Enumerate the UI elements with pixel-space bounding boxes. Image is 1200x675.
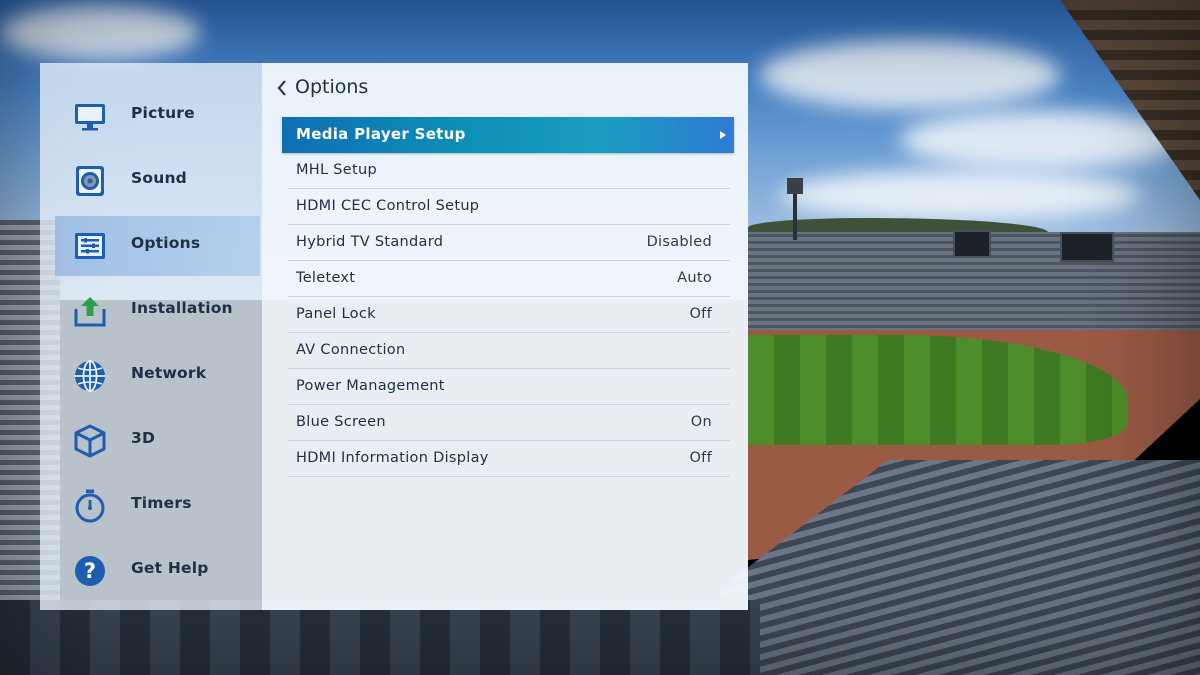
chevron-left-icon[interactable] xyxy=(276,79,288,97)
menu-item-label: Teletext xyxy=(296,270,356,286)
menu-item-label: MHL Setup xyxy=(296,162,378,178)
cube-icon xyxy=(74,424,106,458)
sidebar-item-timers[interactable]: Timers xyxy=(55,476,260,536)
options-panel: Options Media Player Setup MHL Setup HDM… xyxy=(262,63,748,610)
sidebar-item-label: Options xyxy=(131,234,201,252)
menu-item-hdmi-information-display[interactable]: HDMI Information Display Off xyxy=(288,441,730,477)
monitor-icon xyxy=(75,104,105,131)
menu-item-label: Hybrid TV Standard xyxy=(296,234,444,250)
menu-item-label: HDMI CEC Control Setup xyxy=(296,198,480,214)
stopwatch-icon xyxy=(75,489,105,523)
sidebar-item-picture[interactable]: Picture xyxy=(55,86,260,146)
menu-item-hdmi-cec-control-setup[interactable]: HDMI CEC Control Setup xyxy=(288,189,730,225)
sidebar-item-label: Timers xyxy=(131,494,192,512)
sidebar-item-sound[interactable]: Sound xyxy=(55,151,260,211)
menu-item-value: Off xyxy=(689,450,712,466)
sidebar-item-label: Picture xyxy=(131,104,195,122)
settings-sidebar: Picture Sound Options Installation Netwo… xyxy=(40,63,262,610)
sidebar-item-label: 3D xyxy=(131,429,156,447)
speaker-icon xyxy=(76,166,104,196)
menu-item-label: Media Player Setup xyxy=(296,125,466,143)
sidebar-item-get-help[interactable]: ? Get Help xyxy=(55,541,260,601)
menu-item-hybrid-tv-standard[interactable]: Hybrid TV Standard Disabled xyxy=(288,225,730,261)
menu-item-av-connection[interactable]: AV Connection xyxy=(288,333,730,369)
menu-item-value: Disabled xyxy=(646,234,712,250)
sidebar-item-label: Sound xyxy=(131,169,187,187)
globe-icon xyxy=(75,360,105,392)
menu-item-label: Panel Lock xyxy=(296,306,376,322)
menu-item-label: Blue Screen xyxy=(296,414,386,430)
menu-item-blue-screen[interactable]: Blue Screen On xyxy=(288,405,730,441)
question-icon: ? xyxy=(75,556,105,586)
menu-item-media-player-setup[interactable]: Media Player Setup xyxy=(282,117,734,153)
sidebar-item-label: Get Help xyxy=(131,559,209,577)
sidebar-item-installation[interactable]: Installation xyxy=(55,281,260,341)
menu-item-mhl-setup[interactable]: MHL Setup xyxy=(288,153,730,189)
sidebar-item-options[interactable]: Options xyxy=(55,216,260,276)
menu-item-power-management[interactable]: Power Management xyxy=(288,369,730,405)
menu-item-teletext[interactable]: Teletext Auto xyxy=(288,261,730,297)
upload-icon xyxy=(74,297,106,327)
sidebar-item-network[interactable]: Network xyxy=(55,346,260,406)
menu-item-value: Auto xyxy=(677,270,712,286)
menu-item-label: AV Connection xyxy=(296,342,406,358)
menu-item-label: HDMI Information Display xyxy=(296,450,489,466)
page-title: Options xyxy=(295,76,369,98)
menu-item-label: Power Management xyxy=(296,378,445,394)
sidebar-item-label: Installation xyxy=(131,299,233,317)
play-arrow-icon xyxy=(720,131,726,139)
menu-item-panel-lock[interactable]: Panel Lock Off xyxy=(288,297,730,333)
menu-item-value: On xyxy=(690,414,712,430)
svg-text:?: ? xyxy=(84,559,96,583)
sidebar-item-3d[interactable]: 3D xyxy=(55,411,260,471)
menu-item-value: Off xyxy=(689,306,712,322)
sidebar-item-label: Network xyxy=(131,364,207,382)
options-icon xyxy=(75,233,105,259)
